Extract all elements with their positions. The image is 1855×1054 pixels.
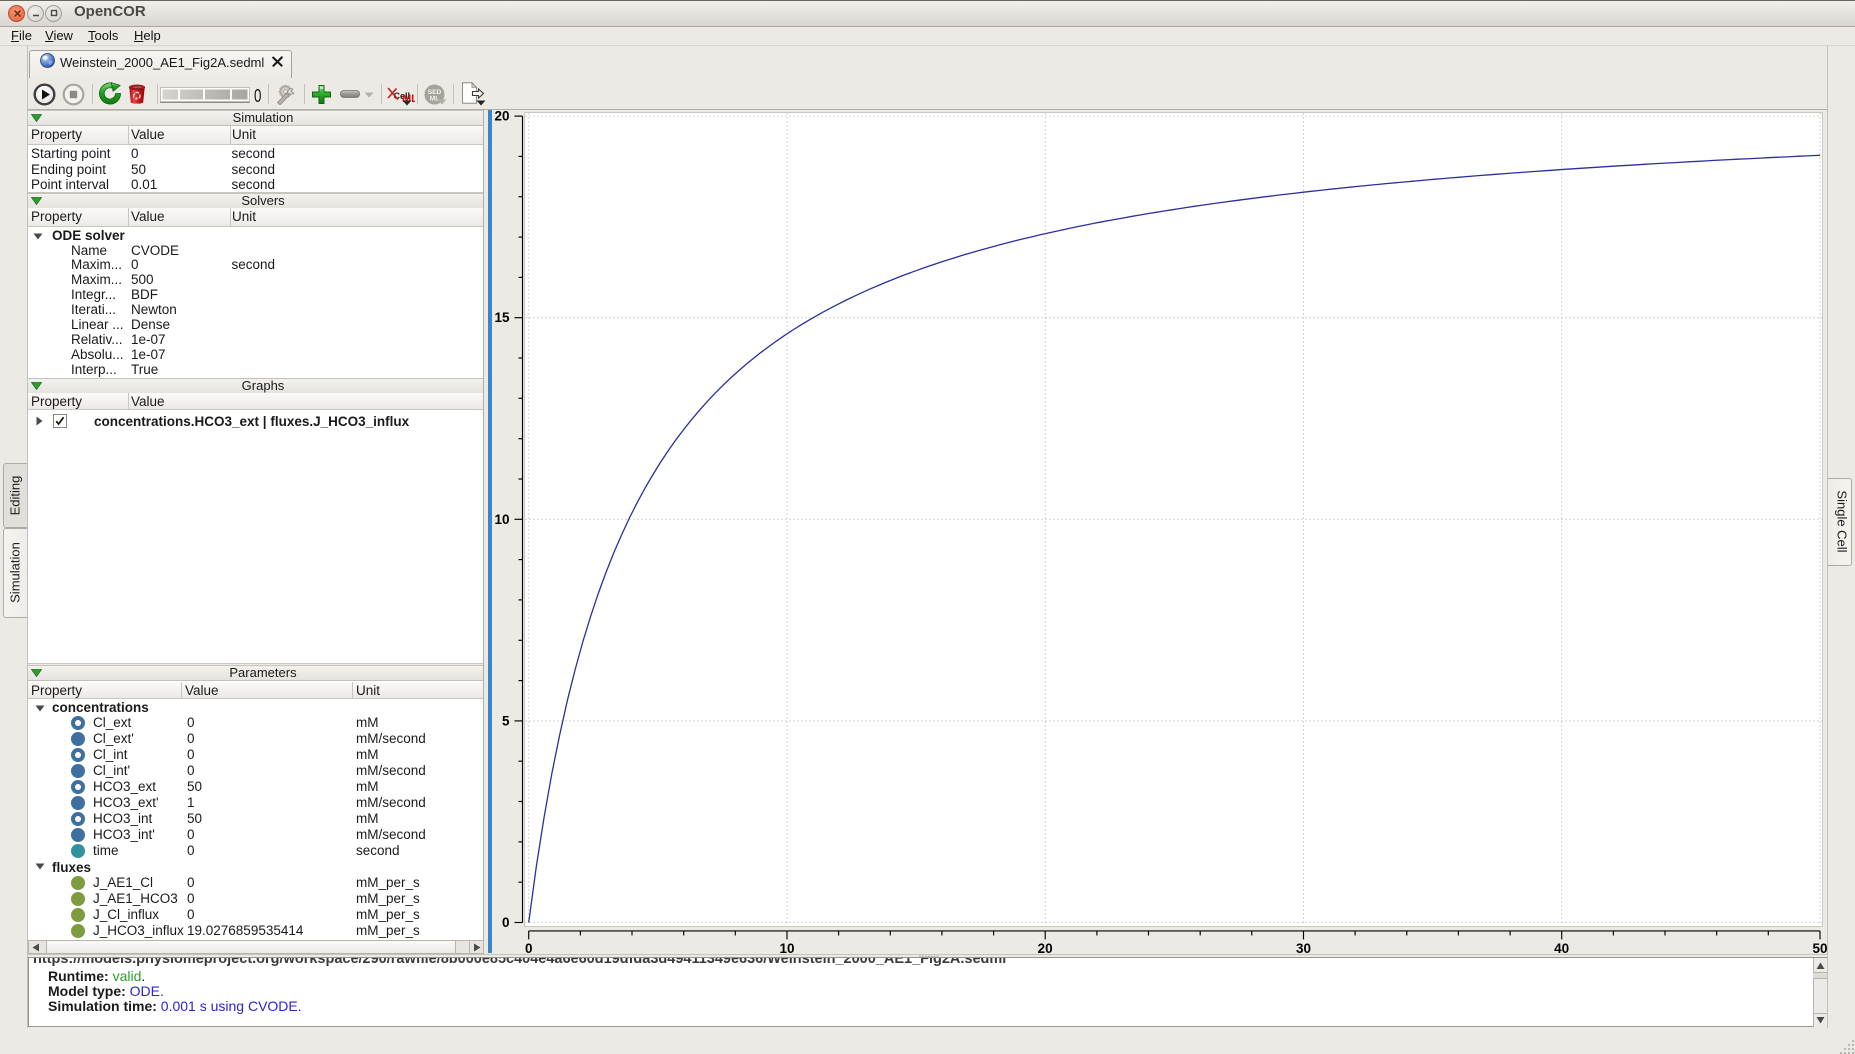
svg-text:15: 15 — [494, 310, 510, 325]
svg-text:0: 0 — [502, 915, 510, 930]
svg-text:5: 5 — [502, 713, 510, 728]
svg-text:20: 20 — [494, 110, 509, 124]
svg-text:10: 10 — [494, 512, 509, 527]
